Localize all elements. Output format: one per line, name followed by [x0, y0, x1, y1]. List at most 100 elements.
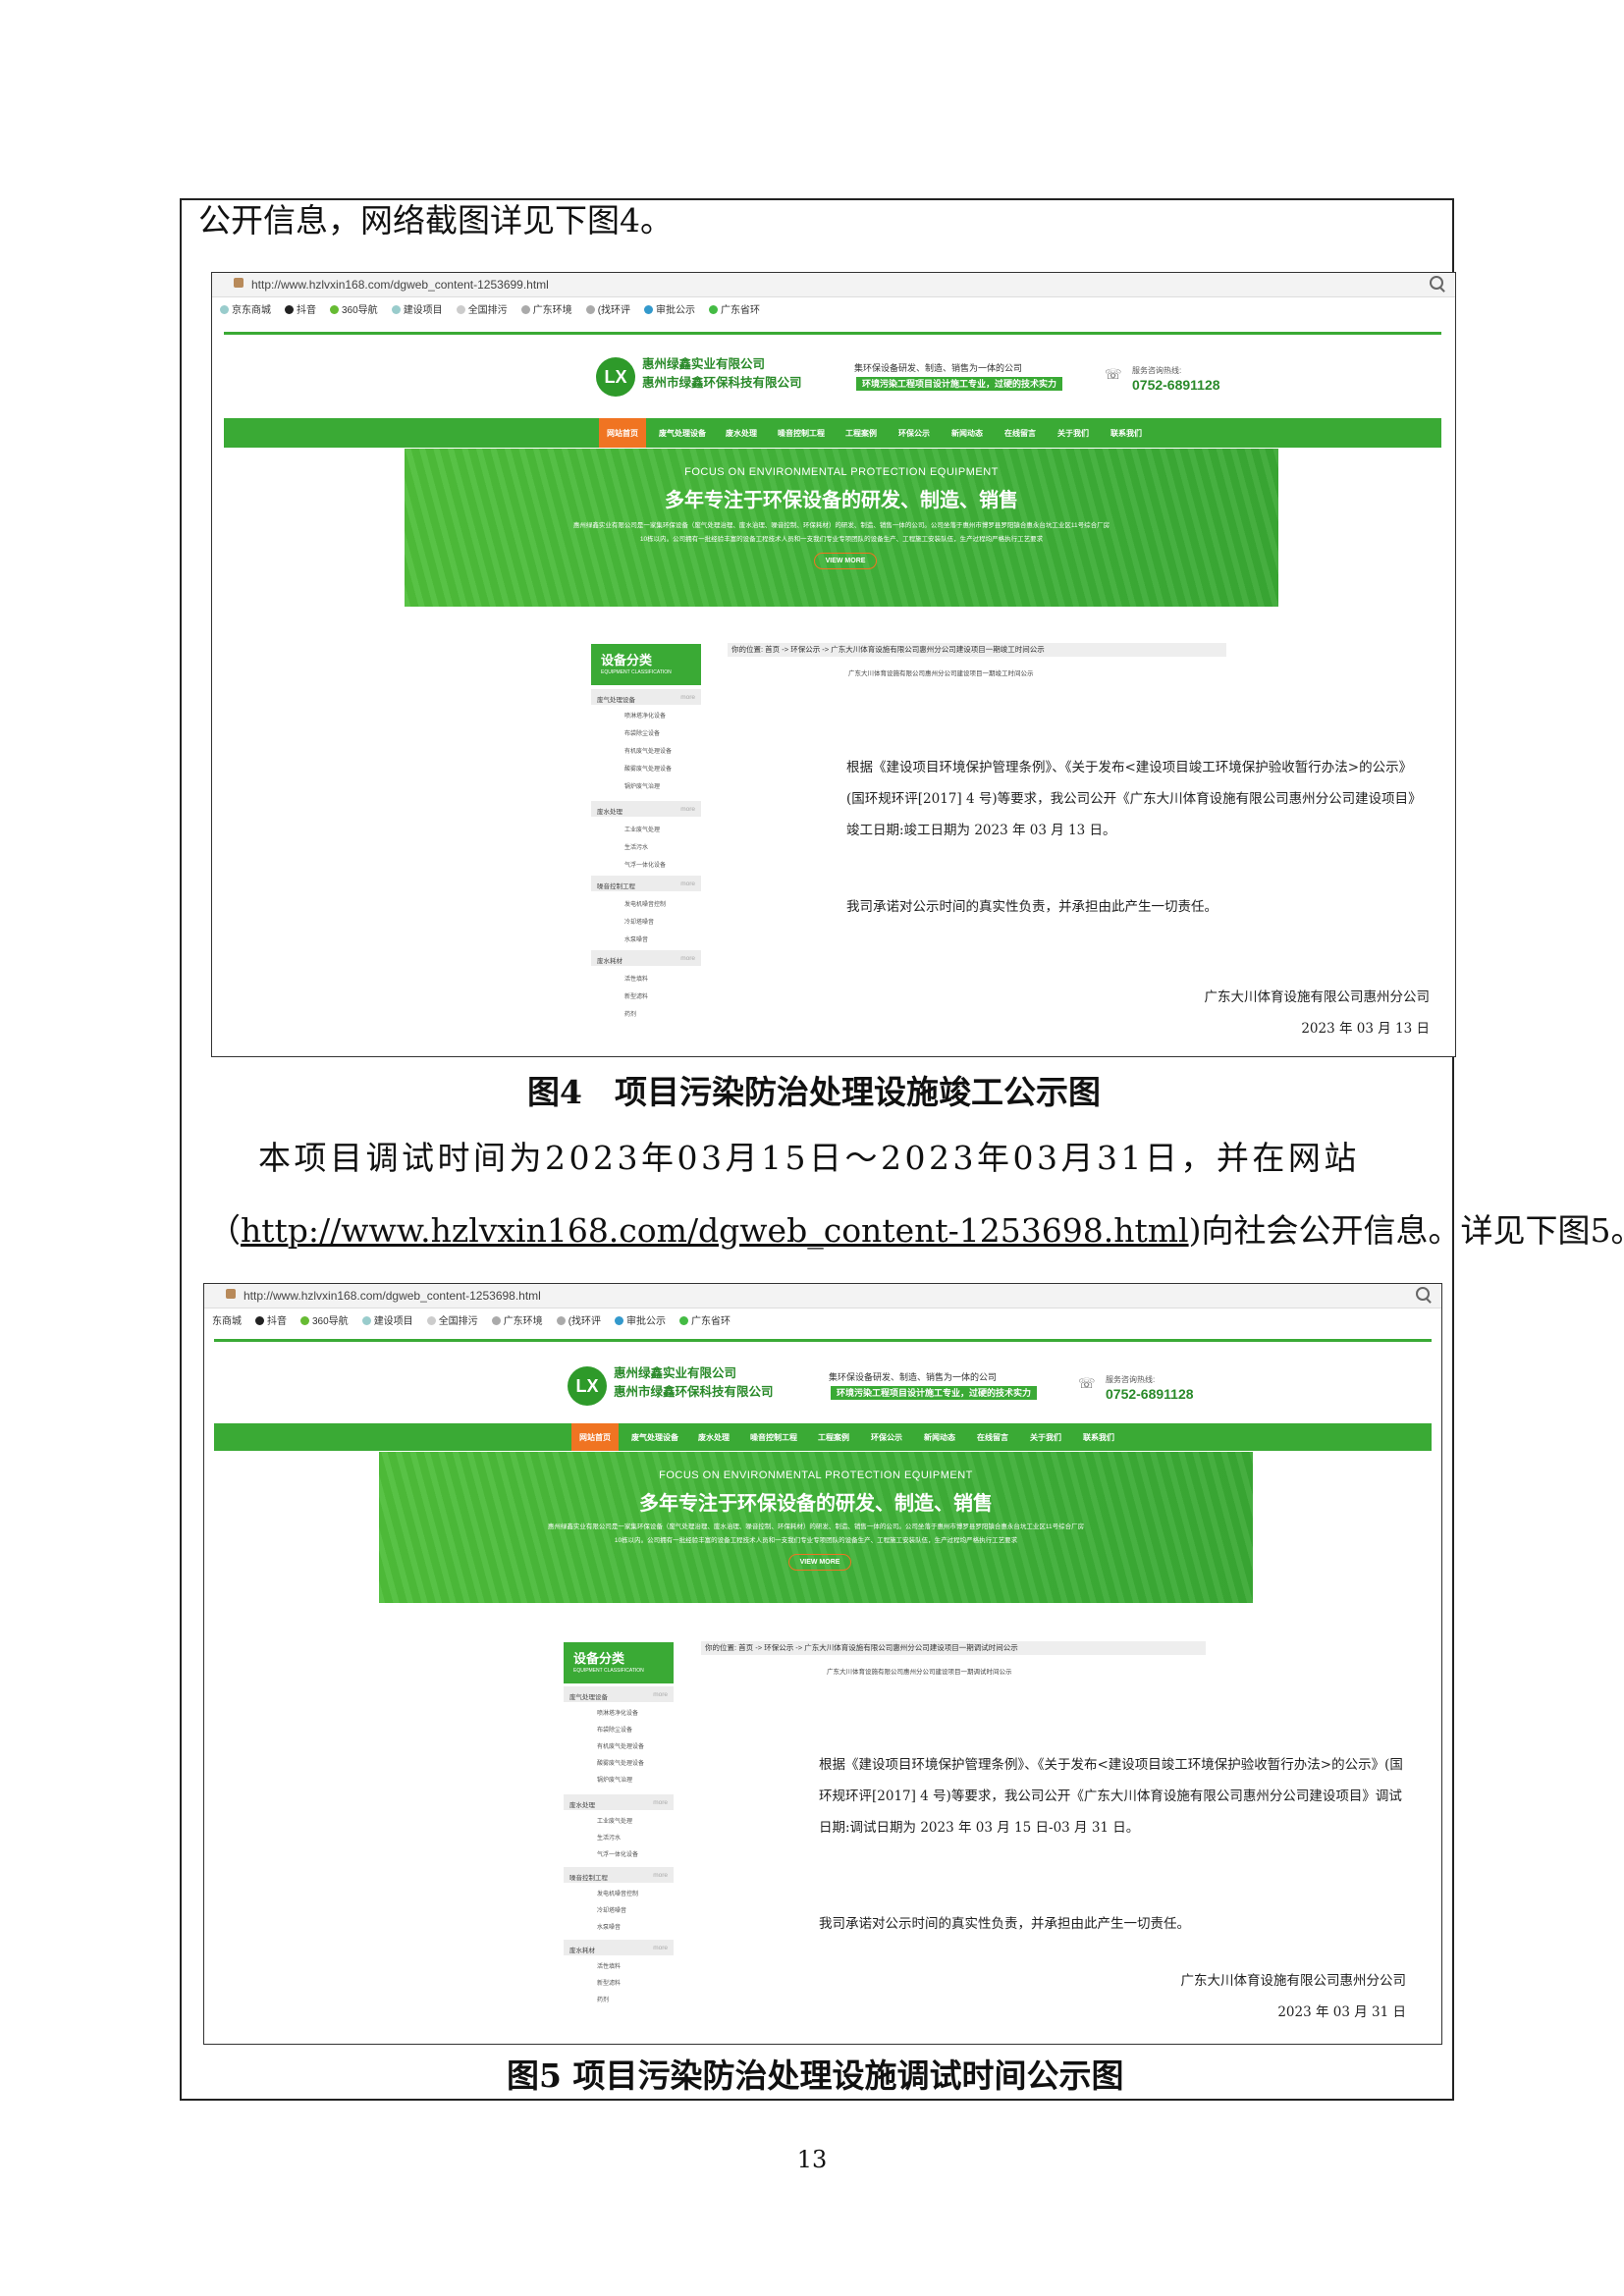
sidebar-category[interactable]: 废水耗材 more [591, 950, 701, 966]
view-more-button[interactable]: VIEW MORE [814, 553, 877, 569]
sidebar-item[interactable]: 新型滤料 [624, 991, 648, 1000]
nav-item-about[interactable]: 关于我们 [1021, 1423, 1070, 1451]
bookmark-item: 建设项目 [391, 301, 443, 316]
sidebar-item[interactable]: 工业废气处理 [597, 1816, 632, 1825]
slogan-1: 集环保设备研发、制造、销售为一体的公司 [829, 1372, 998, 1382]
source-url-link[interactable]: http://www.hzlvxin168.com/dgweb_content-… [241, 1211, 1189, 1250]
sidebar-item[interactable]: 锅炉废气治理 [597, 1775, 632, 1784]
sidebar-item[interactable]: 药剂 [597, 1995, 609, 2003]
search-icon [1430, 276, 1443, 290]
bookmark-item: 广东省环 [679, 1312, 731, 1327]
sidebar-item[interactable]: 有机废气处理设备 [624, 746, 672, 755]
breadcrumb: 你的位置: 首页 -> 环保公示 -> 广东大川体育设施有限公司惠州分公司建设项… [728, 643, 1226, 657]
tiktok-icon [255, 1315, 264, 1325]
nav-item-home[interactable]: 网站首页 [571, 1423, 619, 1451]
nav-item-news[interactable]: 新闻动态 [915, 1423, 964, 1451]
bookmark-icon [709, 304, 719, 314]
sidebar-category[interactable]: 废水处理 more [564, 1794, 674, 1810]
company-name-1: 惠州绿鑫实业有限公司 [642, 357, 766, 371]
sidebar-item[interactable]: 水泵噪音 [624, 934, 648, 943]
sidebar-item[interactable]: 喷淋塔净化设备 [597, 1708, 638, 1717]
sidebar-item[interactable]: 布袋除尘设备 [624, 728, 660, 737]
nav-item-contact[interactable]: 联系我们 [1074, 1423, 1123, 1451]
sidebar-item[interactable]: 活性填料 [597, 1961, 621, 1970]
sidebar-item[interactable]: 冷却塔噪音 [624, 917, 654, 926]
figure-4-screenshot: http://www.hzlvxin168.com/dgweb_content-… [211, 272, 1456, 1057]
nav-item-noise[interactable]: 噪音控制工程 [742, 1423, 805, 1451]
bookmarks-bar: 京东商城 抖音 360导航 建设项目 全国排污 广东环境 (找环评 审批公示 广… [212, 297, 1455, 319]
sidebar-item[interactable]: 酸雾废气处理设备 [597, 1758, 644, 1767]
globe-icon [585, 304, 595, 314]
bookmark-icon [456, 304, 465, 314]
sidebar-category[interactable]: 噪音控制工程 more [564, 1867, 674, 1883]
bookmark-item: 全国排污 [426, 1312, 478, 1327]
nav-item-exhaust[interactable]: 废气处理设备 [652, 418, 713, 448]
nav-item-wastewater[interactable]: 废水处理 [717, 418, 766, 448]
bookmark-item: 广东环境 [520, 301, 572, 316]
nav-item-news[interactable]: 新闻动态 [943, 418, 992, 448]
sidebar-item[interactable]: 发电机噪音控制 [624, 899, 666, 908]
sidebar-subtitle: EQUIPMENT CLASSIFICATION [601, 669, 672, 675]
sidebar-item[interactable]: 布袋除尘设备 [597, 1725, 632, 1734]
sidebar-item[interactable]: 生活污水 [597, 1833, 621, 1842]
article-paragraph-2: 我司承诺对公示时间的真实性负责，并承担由此产生一切责任。 [819, 1916, 1190, 1932]
bookmark-icon [426, 1315, 436, 1325]
sidebar-category[interactable]: 噪音控制工程 more [591, 876, 701, 891]
bookmark-item: (找环评 [556, 1312, 601, 1327]
sidebar-item[interactable]: 酸雾废气处理设备 [624, 764, 672, 773]
sidebar-item[interactable]: 活性填料 [624, 974, 648, 983]
sidebar-item[interactable]: 气浮一体化设备 [597, 1849, 638, 1858]
signature-company: 广东大川体育设施有限公司惠州分公司 [1204, 989, 1431, 1005]
sidebar-item[interactable]: 工业废气处理 [624, 825, 660, 833]
sidebar-category[interactable]: 废水处理 more [591, 801, 701, 817]
sidebar-item[interactable]: 冷却塔噪音 [597, 1905, 626, 1914]
sidebar-item[interactable]: 喷淋塔净化设备 [624, 711, 666, 720]
sidebar-item[interactable]: 发电机噪音控制 [597, 1889, 638, 1897]
bookmark-item: (找环评 [585, 301, 630, 316]
arrow-icon [644, 304, 654, 314]
sidebar-item[interactable]: 药剂 [624, 1009, 636, 1018]
search-icon [1416, 1287, 1430, 1301]
nav-item-notice[interactable]: 环保公示 [862, 1423, 911, 1451]
bookmark-icon [679, 1315, 689, 1325]
sidebar-category[interactable]: 废水耗材 more [564, 1940, 674, 1955]
nav-item-noise[interactable]: 噪音控制工程 [770, 418, 833, 448]
nav-item-cases[interactable]: 工程案例 [809, 1423, 858, 1451]
nav-item-exhaust[interactable]: 废气处理设备 [624, 1423, 685, 1451]
globe-icon [491, 1315, 501, 1325]
view-more-button[interactable]: VIEW MORE [788, 1554, 851, 1571]
company-name-1: 惠州绿鑫实业有限公司 [614, 1366, 737, 1380]
bookmark-item: 广东省环 [709, 301, 760, 316]
sidebar-header: 设备分类 EQUIPMENT CLASSIFICATION [591, 644, 701, 685]
nav-bar: 网站首页 废气处理设备 废水处理 噪音控制工程 工程案例 环保公示 新闻动态 在… [224, 418, 1441, 448]
sidebar-title: 设备分类 [601, 654, 653, 668]
sidebar-item[interactable]: 水泵噪音 [597, 1922, 621, 1931]
sidebar-category[interactable]: 废气处理设备 more [591, 689, 701, 705]
signature-company: 广东大川体育设施有限公司惠州分公司 [1180, 1973, 1407, 1989]
company-name-2: 惠州市绿鑫环保科技有限公司 [614, 1385, 774, 1399]
bookmark-item: 全国排污 [456, 301, 508, 316]
sidebar-title: 设备分类 [573, 1652, 625, 1667]
sidebar-item[interactable]: 有机废气处理设备 [597, 1741, 644, 1750]
sidebar-item[interactable]: 锅炉废气治理 [624, 781, 660, 790]
address-bar: http://www.hzlvxin168.com/dgweb_content-… [204, 1284, 1441, 1308]
sidebar-item[interactable]: 生活污水 [624, 842, 648, 851]
nav-item-notice[interactable]: 环保公示 [890, 418, 939, 448]
nav-item-about[interactable]: 关于我们 [1049, 418, 1098, 448]
sidebar-item[interactable]: 气浮一体化设备 [624, 860, 666, 869]
nav-item-cases[interactable]: 工程案例 [837, 418, 886, 448]
bookmark-item: 建设项目 [361, 1312, 413, 1327]
sidebar-category[interactable]: 废气处理设备 more [564, 1686, 674, 1702]
sidebar-item[interactable]: 新型滤料 [597, 1978, 621, 1987]
slogan-2: 环境污染工程项目设计施工专业，过硬的技术实力 [831, 1386, 1038, 1400]
nav-item-contact[interactable]: 联系我们 [1102, 418, 1151, 448]
nav-item-home[interactable]: 网站首页 [599, 418, 646, 448]
nav-item-message[interactable]: 在线留言 [996, 418, 1045, 448]
company-name-2: 惠州市绿鑫环保科技有限公司 [642, 376, 802, 390]
nav-item-wastewater[interactable]: 废水处理 [689, 1423, 738, 1451]
paragraph-line-2: （http://www.hzlvxin168.com/dgweb_content… [208, 1211, 1624, 1250]
article-paragraph-1: 根据《建设项目环境保护管理条例》、《关于发布<建设项目竣工环境保护验收暂行办法>… [819, 1757, 1403, 1836]
sidebar-header: 设备分类 EQUIPMENT CLASSIFICATION [564, 1642, 674, 1683]
nav-item-message[interactable]: 在线留言 [968, 1423, 1017, 1451]
nav-bar: 网站首页 废气处理设备 废水处理 噪音控制工程 工程案例 环保公示 新闻动态 在… [214, 1423, 1432, 1451]
